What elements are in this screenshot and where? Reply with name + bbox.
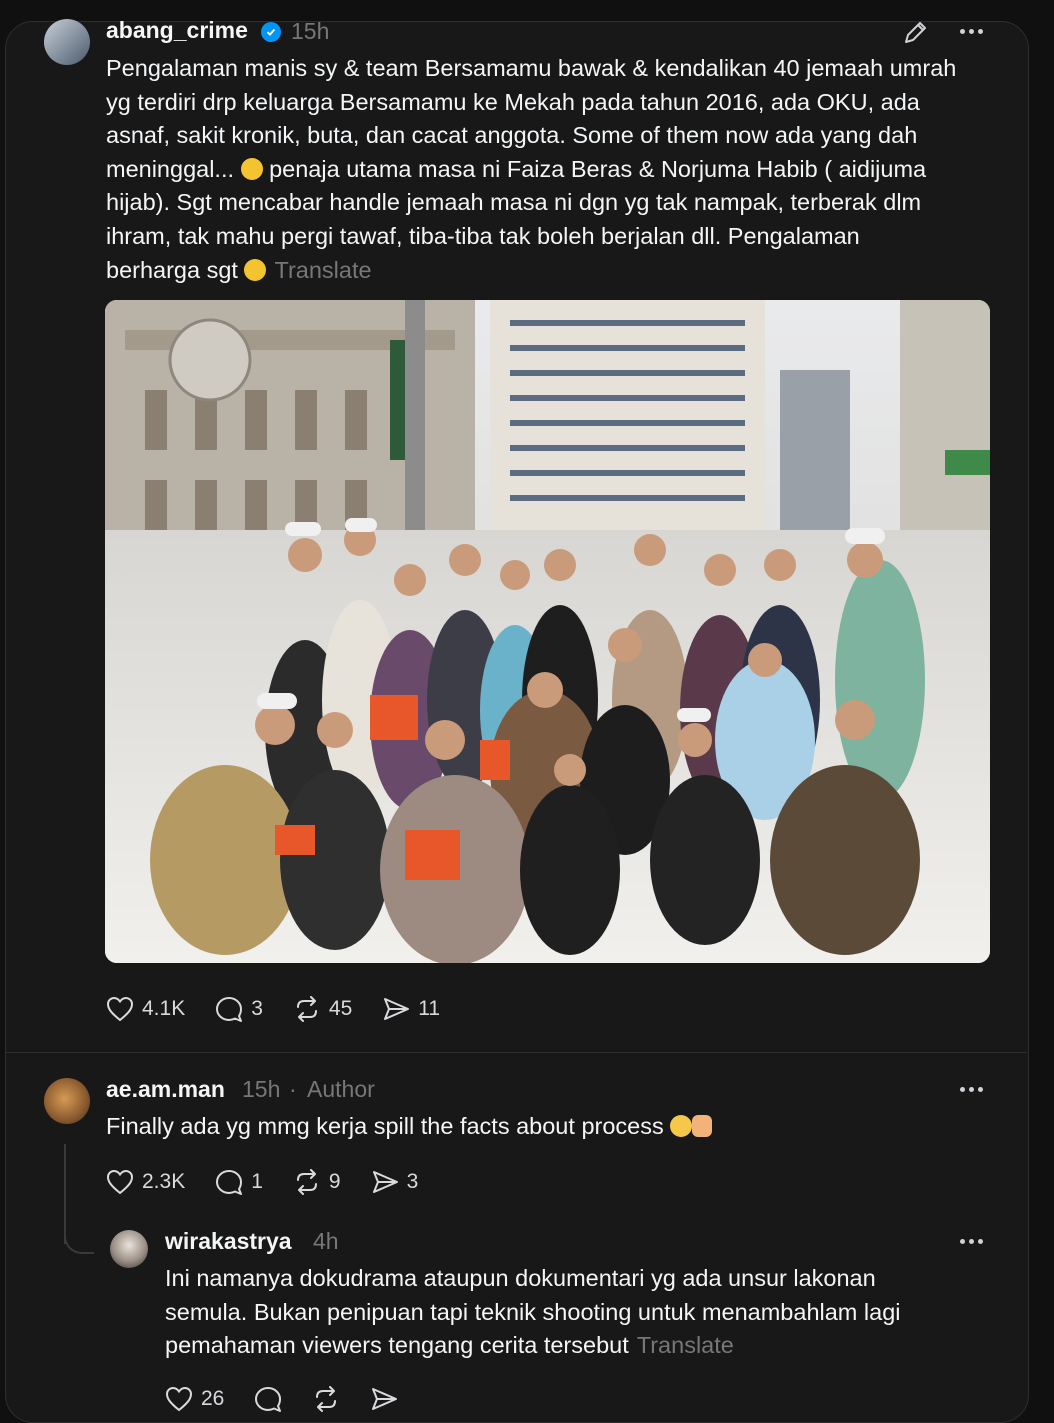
reply-button[interactable]: 3 [215, 996, 263, 1022]
repost-icon [296, 1169, 317, 1195]
reply-text-line: pemahaman viewers tengang cerita tersebu… [165, 1329, 995, 1363]
post-text-fragment: penaja utama masa ni Faiza Beras & Norju… [269, 155, 927, 182]
more-options-icon[interactable] [960, 1239, 983, 1244]
comment-icon [216, 997, 243, 1022]
send-icon [372, 1171, 398, 1193]
fist-bump-emoji-icon [692, 1115, 713, 1137]
translate-link[interactable]: Translate [637, 1332, 734, 1358]
send-icon [372, 1388, 398, 1410]
translate-link[interactable]: Translate [274, 257, 371, 283]
post-actions: 4.1K 3 45 11 [106, 996, 470, 1022]
share-count: 3 [406, 1170, 419, 1193]
reply-text: Finally ada yg mmg kerja spill the facts… [106, 1110, 986, 1144]
post-text: Pengalaman manis sy & team Bersamamu baw… [106, 52, 996, 287]
share-button[interactable]: 11 [382, 996, 440, 1022]
post-text-line: ihram, tak mahu pergi tawaf, tiba-tiba t… [106, 222, 860, 249]
reply-time: 4h [313, 1228, 339, 1254]
crying-emoji-icon [670, 1115, 693, 1137]
post-photo[interactable] [105, 300, 990, 963]
verified-badge-icon [261, 22, 281, 42]
repost-icon [316, 1386, 337, 1412]
avatar[interactable] [110, 1230, 148, 1268]
repost-button[interactable] [312, 1386, 340, 1412]
share-button[interactable] [370, 1386, 398, 1412]
reply-text-line: semula. Bukan penipuan tapi teknik shoot… [165, 1298, 901, 1325]
author-badge: Author [307, 1076, 375, 1102]
edit-pencil-icon[interactable] [902, 20, 928, 46]
post-text-line: yg terdiri drp keluarga Bersamamu ke Mek… [106, 88, 920, 115]
like-count: 4.1K [142, 997, 186, 1020]
reply-button[interactable]: 1 [215, 1169, 263, 1195]
avatar[interactable] [44, 1078, 90, 1124]
post-text-line: hijab). Sgt mencabar handle jemaah masa … [106, 189, 922, 216]
post-text-line: meninggal... penaja utama masa ni Faiza … [106, 153, 996, 187]
post-text-fragment: meninggal... [106, 155, 235, 182]
post-text-fragment: berharga sgt [106, 256, 238, 283]
separator-dot: · [289, 1076, 297, 1102]
reply-username[interactable]: ae.am.man [106, 1076, 225, 1103]
group-photo-image [105, 300, 990, 963]
avatar[interactable] [44, 19, 90, 65]
like-button[interactable]: 2.3K [106, 1169, 185, 1195]
like-button[interactable]: 4.1K [106, 996, 185, 1022]
share-count: 11 [418, 997, 441, 1020]
smiling-emoji-icon [244, 258, 267, 281]
reply-button[interactable] [254, 1386, 282, 1412]
more-options-icon[interactable] [960, 1087, 983, 1092]
disappointed-emoji-icon [240, 157, 263, 180]
reply-count: 1 [251, 1170, 263, 1193]
reply-username[interactable]: wirakastrya [165, 1228, 292, 1255]
like-count: 26 [201, 1387, 225, 1410]
post-time: 15h [291, 18, 330, 44]
comment-icon [255, 1387, 282, 1412]
post-username[interactable]: abang_crime [106, 17, 248, 44]
repost-button[interactable]: 9 [293, 1169, 341, 1195]
reply-count: 3 [251, 997, 263, 1020]
heart-icon [106, 1169, 134, 1195]
like-count: 2.3K [142, 1170, 186, 1193]
comment-icon [216, 1170, 243, 1195]
post-text-line: asnaf, sakit kronik, buta, dan cacat ang… [106, 122, 918, 149]
more-options-icon[interactable] [960, 29, 983, 34]
repost-button[interactable]: 45 [293, 996, 352, 1022]
like-button[interactable]: 26 [165, 1386, 224, 1412]
send-icon [384, 998, 410, 1020]
post-text-line: berharga sgt Translate [106, 254, 996, 288]
repost-count: 45 [328, 997, 353, 1020]
reply-time: 15h [242, 1076, 281, 1102]
heart-icon [106, 996, 134, 1022]
repost-icon [296, 996, 317, 1022]
post-text-line: Pengalaman manis sy & team Bersamamu baw… [106, 55, 957, 81]
reply-text: Ini namanya dokudrama ataupun dokumentar… [165, 1262, 995, 1363]
reply-text-content: Finally ada yg mmg kerja spill the facts… [106, 1113, 664, 1139]
reply-text-fragment: pemahaman viewers tengang cerita tersebu… [165, 1332, 629, 1359]
reply-actions: 26 [165, 1386, 428, 1412]
repost-count: 9 [328, 1170, 341, 1193]
divider [5, 1052, 1027, 1053]
heart-icon [165, 1386, 193, 1412]
reply-actions: 2.3K 1 9 3 [106, 1169, 448, 1195]
reply-text-line: Ini namanya dokudrama ataupun dokumentar… [165, 1265, 876, 1291]
share-button[interactable]: 3 [371, 1169, 419, 1195]
